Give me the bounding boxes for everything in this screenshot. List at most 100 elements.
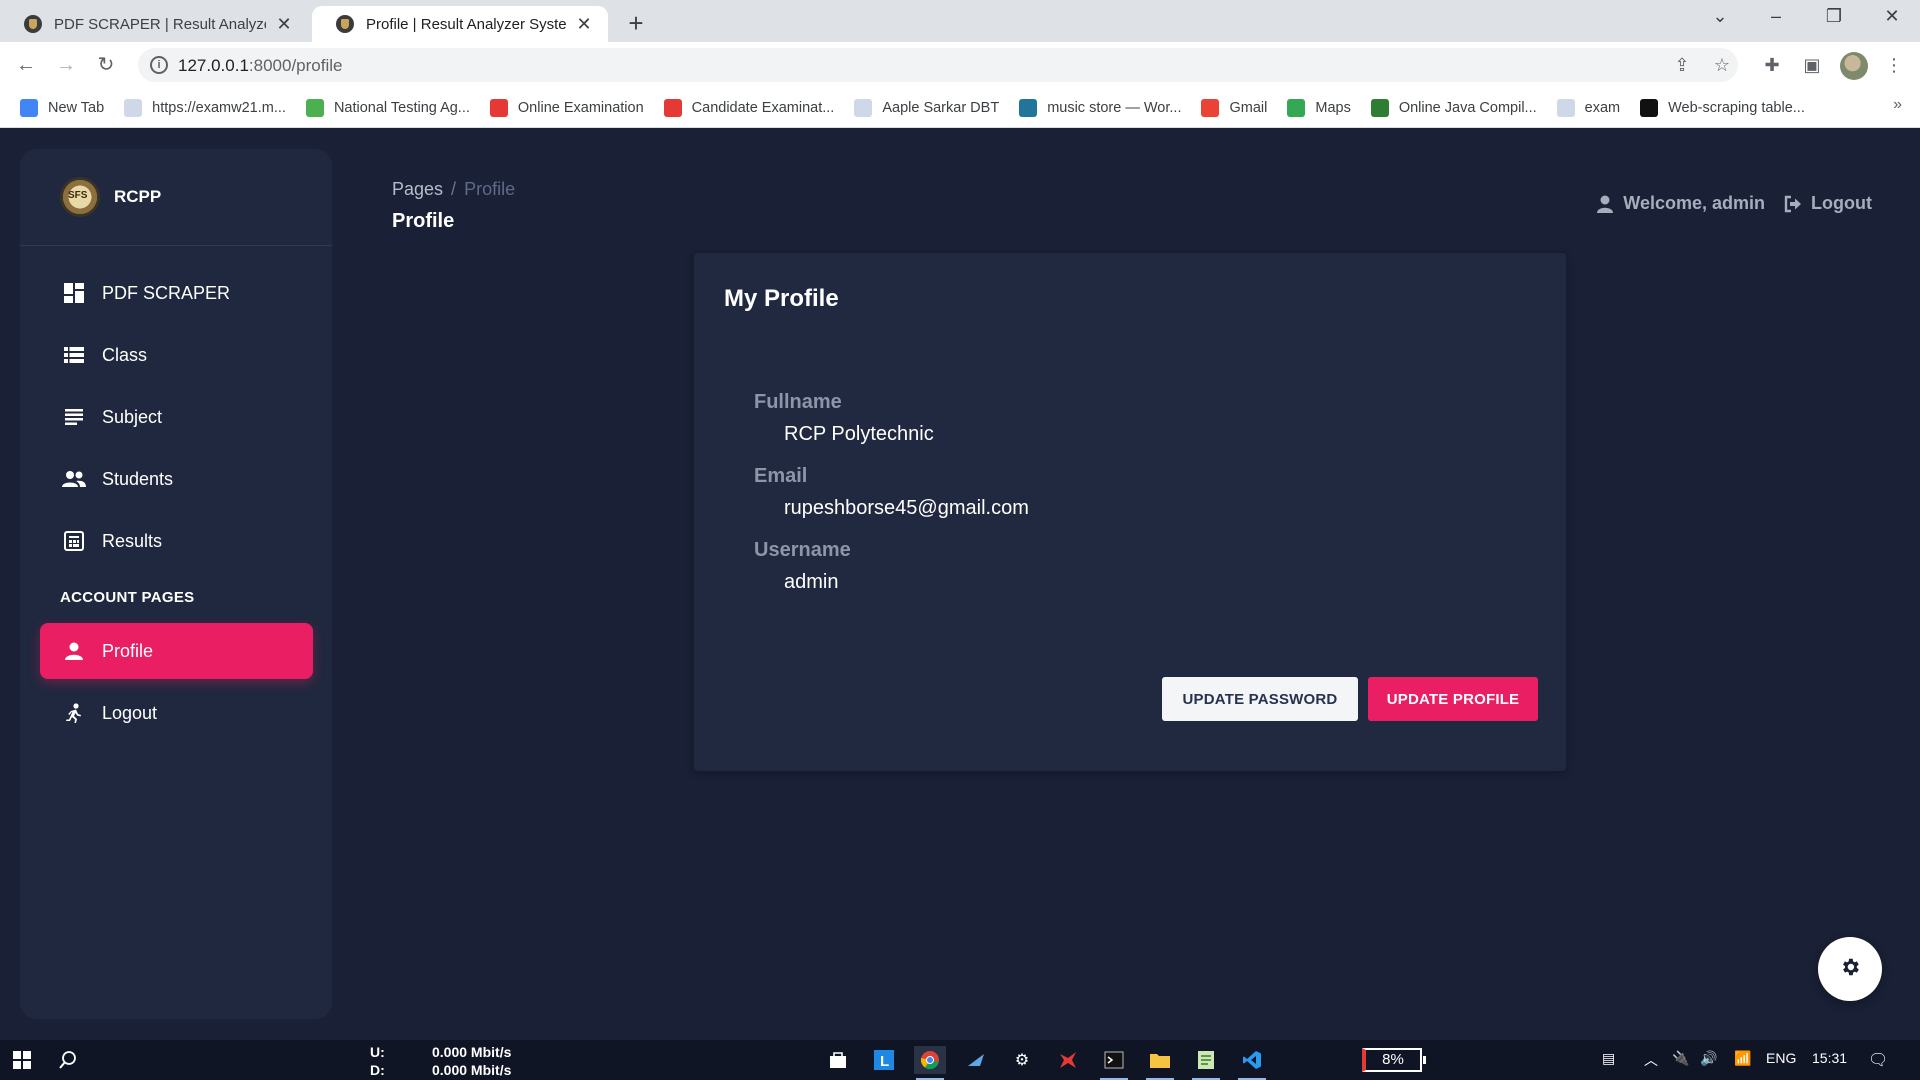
- bookmark-label: Online Examination: [517, 99, 644, 116]
- notepad-icon[interactable]: [1190, 1046, 1222, 1080]
- language-indicator[interactable]: ENG: [1766, 1050, 1796, 1066]
- profile-avatar[interactable]: [1840, 52, 1868, 80]
- update-profile-button[interactable]: UPDATE PROFILE: [1368, 677, 1538, 721]
- page-icon: [1556, 98, 1575, 117]
- bookmark-item[interactable]: Online Java Compil...: [1370, 98, 1537, 117]
- bookmark-item[interactable]: National Testing Ag...: [305, 98, 470, 117]
- logout-icon[interactable]: [1783, 194, 1803, 214]
- tab-search-icon[interactable]: ⌄: [1700, 6, 1740, 27]
- volume-icon[interactable]: 🔊: [1700, 1050, 1717, 1067]
- bookmark-item[interactable]: music store — Wor...: [1019, 98, 1181, 117]
- close-window-icon[interactable]: ✕: [1872, 6, 1912, 27]
- sidebar-item-label: Class: [102, 344, 148, 365]
- bookmark-item[interactable]: Gmail: [1201, 98, 1268, 117]
- code-icon: [1370, 98, 1389, 117]
- bookmark-item[interactable]: Candidate Examinat...: [663, 98, 835, 117]
- bookmark-item[interactable]: Aaple Sarkar DBT: [854, 98, 999, 117]
- college-logo: [60, 177, 100, 217]
- forward-icon[interactable]: →: [52, 51, 80, 79]
- bookmarks-overflow-icon[interactable]: »: [1893, 96, 1902, 114]
- bookmark-label: National Testing Ag...: [333, 99, 470, 116]
- taskbar: U: 0.000 Mbit/s D: 0.000 Mbit/s L ⚙ 8% ▤ ︿…: [0, 1040, 1920, 1080]
- user-menu: Welcome, admin Logout: [1595, 193, 1872, 214]
- logout-link[interactable]: Logout: [1811, 193, 1872, 214]
- breadcrumb-separator: /: [451, 179, 457, 199]
- wifi-icon[interactable]: 📶: [1734, 1050, 1751, 1067]
- bookmark-item[interactable]: exam: [1556, 98, 1620, 117]
- new-tab-button[interactable]: +: [622, 8, 650, 39]
- breadcrumb: Pages / Profile: [392, 179, 515, 200]
- vscode-icon[interactable]: [1236, 1046, 1268, 1080]
- minimize-icon[interactable]: –: [1756, 6, 1796, 27]
- app-red-icon[interactable]: [1052, 1046, 1084, 1074]
- sidebar-item-subject[interactable]: Subject: [40, 389, 313, 445]
- url-text[interactable]: 127.0.0.1:8000/profile: [178, 56, 342, 76]
- upload-label: U:: [370, 1044, 385, 1060]
- search-icon[interactable]: [52, 1046, 84, 1074]
- profile-card: My Profile Fullname RCP Polytechnic Emai…: [694, 253, 1566, 771]
- reload-icon[interactable]: ↻: [92, 51, 120, 79]
- sidebar-item-logout[interactable]: Logout: [40, 685, 313, 741]
- back-icon[interactable]: ←: [12, 51, 40, 79]
- chrome-icon[interactable]: [914, 1046, 946, 1080]
- page-icon: [854, 98, 873, 117]
- restore-icon[interactable]: ❐: [1814, 6, 1854, 27]
- file-explorer-icon[interactable]: [1144, 1046, 1176, 1080]
- app-blue-icon[interactable]: [960, 1046, 992, 1074]
- network-speed: U: 0.000 Mbit/s D: 0.000 Mbit/s: [370, 1043, 511, 1079]
- bookmark-item[interactable]: Online Examination: [489, 98, 644, 117]
- share-icon[interactable]: ⇪: [1670, 53, 1694, 77]
- bookmark-item[interactable]: Maps: [1287, 98, 1351, 117]
- battery-indicator[interactable]: 8%: [1362, 1048, 1426, 1072]
- notification-icon[interactable]: 🗨: [1868, 1050, 1888, 1070]
- bookmark-label: Gmail: [1229, 99, 1268, 116]
- browser-tab-bar: PDF SCRAPER | Result Analyzer System ✕ P…: [0, 0, 1920, 42]
- breadcrumb-root[interactable]: Pages: [392, 179, 443, 199]
- close-tab-icon[interactable]: ✕: [574, 14, 594, 35]
- email-value: rupeshborse45@gmail.com: [784, 497, 1029, 519]
- sidebar-item-students[interactable]: Students: [40, 451, 313, 507]
- browser-tab[interactable]: PDF SCRAPER | Result Analyzer System ✕: [0, 6, 308, 42]
- sidebar-item-results[interactable]: Results: [40, 513, 313, 569]
- settings-fab[interactable]: [1818, 937, 1882, 1001]
- chevron-up-icon[interactable]: ︿: [1644, 1050, 1658, 1070]
- bookmark-item[interactable]: New Tab: [20, 98, 104, 117]
- card-title: My Profile: [724, 285, 839, 312]
- settings-icon[interactable]: ⚙: [1006, 1046, 1038, 1074]
- terminal-icon[interactable]: [1098, 1046, 1130, 1080]
- close-tab-icon[interactable]: ✕: [274, 14, 294, 35]
- bookmark-star-icon[interactable]: ☆: [1710, 53, 1734, 77]
- windows-start-icon[interactable]: [6, 1046, 38, 1074]
- sidebar-item-label: Results: [102, 530, 163, 551]
- update-password-button[interactable]: UPDATE PASSWORD: [1162, 677, 1358, 721]
- tab-title: Profile | Result Analyzer System: [366, 15, 566, 33]
- menu-kebab-icon[interactable]: ⋮: [1882, 53, 1906, 77]
- site-info-icon[interactable]: i: [150, 56, 168, 74]
- sidebar-item-pdf-scraper[interactable]: PDF SCRAPER: [40, 265, 313, 321]
- site-favicon-icon: [24, 15, 42, 33]
- news-icon[interactable]: ▤: [1602, 1050, 1615, 1067]
- sidebar-item-profile[interactable]: Profile: [40, 623, 313, 679]
- maps-icon: [1287, 98, 1306, 117]
- app-l-icon[interactable]: L: [868, 1046, 900, 1074]
- brand-name: RCPP: [114, 187, 162, 206]
- clock[interactable]: 15:31: [1812, 1050, 1847, 1066]
- tab-title: PDF SCRAPER | Result Analyzer System: [54, 15, 266, 33]
- gmail-icon: [1201, 98, 1220, 117]
- extensions-icon[interactable]: ✚: [1760, 53, 1784, 77]
- google-icon: [20, 98, 38, 117]
- bookmark-label: Web-scraping table...: [1668, 99, 1805, 116]
- bookmark-item[interactable]: https://examw21.m...: [124, 98, 286, 117]
- store-icon[interactable]: [822, 1046, 854, 1074]
- browser-tab-active[interactable]: Profile | Result Analyzer System ✕: [312, 6, 608, 42]
- svg-text:L: L: [880, 1053, 889, 1070]
- download-speed: 0.000 Mbit/s: [432, 1062, 512, 1078]
- brand[interactable]: RCPP: [60, 177, 161, 217]
- power-icon[interactable]: 🔌: [1672, 1050, 1689, 1067]
- side-panel-icon[interactable]: ▣: [1800, 53, 1824, 77]
- users-icon: [62, 467, 86, 491]
- address-bar[interactable]: i 127.0.0.1:8000/profile: [138, 48, 1738, 82]
- bookmark-label: Candidate Examinat...: [691, 99, 835, 116]
- bookmark-item[interactable]: Web-scraping table...: [1640, 98, 1805, 117]
- sidebar-item-class[interactable]: Class: [40, 327, 313, 383]
